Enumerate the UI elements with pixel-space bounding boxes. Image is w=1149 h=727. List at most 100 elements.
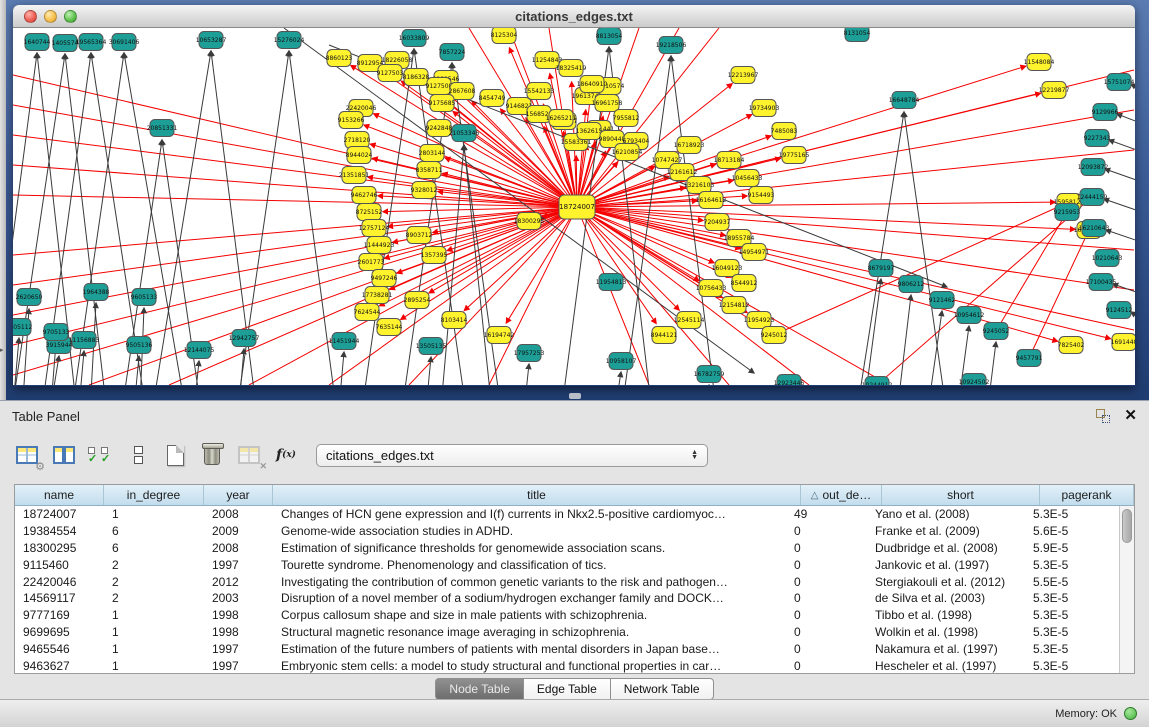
network-node[interactable]: 9457791: [1016, 350, 1043, 367]
network-node[interactable]: 9505136: [126, 337, 153, 354]
network-node[interactable]: 12213967: [728, 67, 759, 84]
network-window-titlebar[interactable]: citations_edges.txt: [13, 5, 1135, 28]
network-node[interactable]: 9497246: [371, 270, 398, 287]
network-node[interactable]: 2601773: [358, 254, 385, 271]
network-node[interactable]: 1640744: [24, 34, 51, 51]
network-node[interactable]: 9129966: [1092, 104, 1119, 121]
network-node[interactable]: 16265211: [546, 110, 577, 127]
network-node[interactable]: 9227343: [1084, 130, 1111, 147]
network-node[interactable]: 13505135: [416, 338, 447, 355]
network-node[interactable]: 11156883: [69, 332, 100, 349]
network-node[interactable]: 1357395: [421, 247, 448, 264]
column-header-out_degree[interactable]: △out_de…: [801, 485, 882, 505]
network-node[interactable]: 7204937: [704, 214, 731, 231]
table-row[interactable]: 1830029562008Estimation of significance …: [15, 540, 1119, 557]
network-node[interactable]: 12219877: [1039, 82, 1070, 99]
network-node[interactable]: 10958107: [606, 353, 637, 370]
row-height-icon[interactable]: [125, 442, 151, 468]
network-node[interactable]: 12144075: [184, 342, 215, 359]
network-node[interactable]: 12154812: [719, 297, 750, 314]
network-node[interactable]: 9127503: [377, 65, 404, 82]
split-pane-grip[interactable]: [569, 393, 581, 399]
network-node[interactable]: 15276024: [274, 32, 305, 49]
network-node[interactable]: 11444923: [364, 237, 395, 254]
network-node[interactable]: 9328012: [411, 182, 438, 199]
network-node[interactable]: 2803144: [419, 145, 446, 162]
column-header-short[interactable]: short: [882, 485, 1040, 505]
minimize-window-button[interactable]: [44, 10, 57, 23]
network-node[interactable]: 2620650: [16, 289, 43, 306]
trash-icon[interactable]: [199, 442, 225, 468]
network-node[interactable]: 10954612: [954, 307, 985, 324]
network-node[interactable]: 12545114: [674, 312, 705, 329]
network-node[interactable]: 8605112: [13, 319, 33, 336]
table-row[interactable]: 2242004622012Investigating the contribut…: [15, 573, 1119, 590]
network-node[interactable]: 9124512: [1106, 302, 1133, 319]
table-row[interactable]: 977716911998Corpus callosum shape and si…: [15, 607, 1119, 624]
column-header-title[interactable]: title: [273, 485, 801, 505]
network-node[interactable]: 8544912: [731, 275, 758, 292]
vertical-scrollbar[interactable]: [1119, 506, 1134, 673]
network-node[interactable]: 1691440: [1111, 334, 1135, 351]
column-header-year[interactable]: year: [204, 485, 273, 505]
column-select-icon[interactable]: [51, 442, 77, 468]
network-node[interactable]: 8903712: [406, 227, 433, 244]
network-node[interactable]: 8103414: [441, 312, 468, 329]
network-node[interactable]: 19565364: [76, 34, 107, 51]
close-window-button[interactable]: [24, 10, 37, 23]
network-node[interactable]: 7857224: [439, 44, 466, 61]
tab-edge-table[interactable]: Edge Table: [524, 678, 611, 700]
network-node[interactable]: 9462746: [351, 187, 378, 204]
network-node[interactable]: 21351851: [339, 167, 370, 184]
network-node[interactable]: 18713184: [714, 152, 745, 169]
network-node[interactable]: 2718120: [344, 132, 371, 149]
network-node[interactable]: 30691406: [109, 34, 140, 51]
network-node[interactable]: 8125304: [491, 28, 518, 44]
table-settings-icon[interactable]: ⚙: [14, 442, 40, 468]
network-node[interactable]: 11954813: [596, 274, 627, 291]
close-panel-icon[interactable]: ✕: [1124, 409, 1137, 423]
network-node[interactable]: 7485083: [771, 123, 798, 140]
column-header-pagerank[interactable]: pagerank: [1040, 485, 1134, 505]
function-builder-icon[interactable]: f(x): [273, 442, 299, 468]
column-header-in_degree[interactable]: in_degree: [104, 485, 204, 505]
network-node[interactable]: 9215953: [1054, 204, 1081, 221]
zoom-window-button[interactable]: [64, 10, 77, 23]
network-node[interactable]: 8454749: [479, 90, 506, 107]
column-header-name[interactable]: name: [15, 485, 104, 505]
network-node[interactable]: 18640910: [577, 76, 608, 93]
network-node[interactable]: 9121462: [929, 292, 956, 309]
network-node[interactable]: 15542133: [524, 83, 555, 100]
network-node[interactable]: 12757124: [359, 220, 390, 237]
network-canvas[interactable]: 1872400788601238912954182260589127503818…: [13, 28, 1135, 385]
network-node[interactable]: 16049123: [712, 260, 743, 277]
network-node[interactable]: 8860123: [326, 50, 353, 67]
network-node[interactable]: 15751074: [1104, 74, 1135, 91]
network-node[interactable]: 14954971: [739, 244, 770, 261]
tab-node-table[interactable]: Node Table: [435, 678, 524, 700]
network-node[interactable]: 16033809: [399, 30, 430, 47]
network-node[interactable]: 12942757: [229, 330, 260, 347]
network-node[interactable]: 10210643: [1092, 250, 1123, 267]
table-row[interactable]: 1872400712008Changes of HCN gene express…: [15, 506, 1119, 523]
table-row[interactable]: 1456911722003Disruption of a novel membe…: [15, 590, 1119, 607]
network-node[interactable]: 2895254: [404, 292, 431, 309]
network-node[interactable]: 1405574: [52, 35, 79, 52]
network-node[interactable]: 16718923: [674, 137, 705, 154]
network-node[interactable]: 10456433: [732, 170, 763, 187]
network-node[interactable]: 8944024: [346, 147, 373, 164]
scrollbar-thumb[interactable]: [1122, 509, 1132, 543]
network-node[interactable]: 16648784: [889, 92, 920, 109]
network-node[interactable]: 8358711: [416, 162, 443, 179]
network-node[interactable]: 17957253: [514, 345, 545, 362]
network-node[interactable]: 12923446: [774, 375, 805, 386]
network-node[interactable]: 8679197: [868, 260, 895, 277]
network-node[interactable]: 18325419: [556, 60, 587, 77]
network-node[interactable]: 8813054: [596, 28, 623, 45]
network-node[interactable]: 18300295: [514, 213, 545, 230]
network-node[interactable]: 16210643: [1079, 220, 1110, 237]
network-node[interactable]: 9806212: [898, 276, 925, 293]
table-row[interactable]: 946362711997Embryonic stem cells: a mode…: [15, 657, 1119, 673]
network-node[interactable]: 19775165: [779, 147, 810, 164]
network-node[interactable]: 7955812: [613, 110, 640, 127]
